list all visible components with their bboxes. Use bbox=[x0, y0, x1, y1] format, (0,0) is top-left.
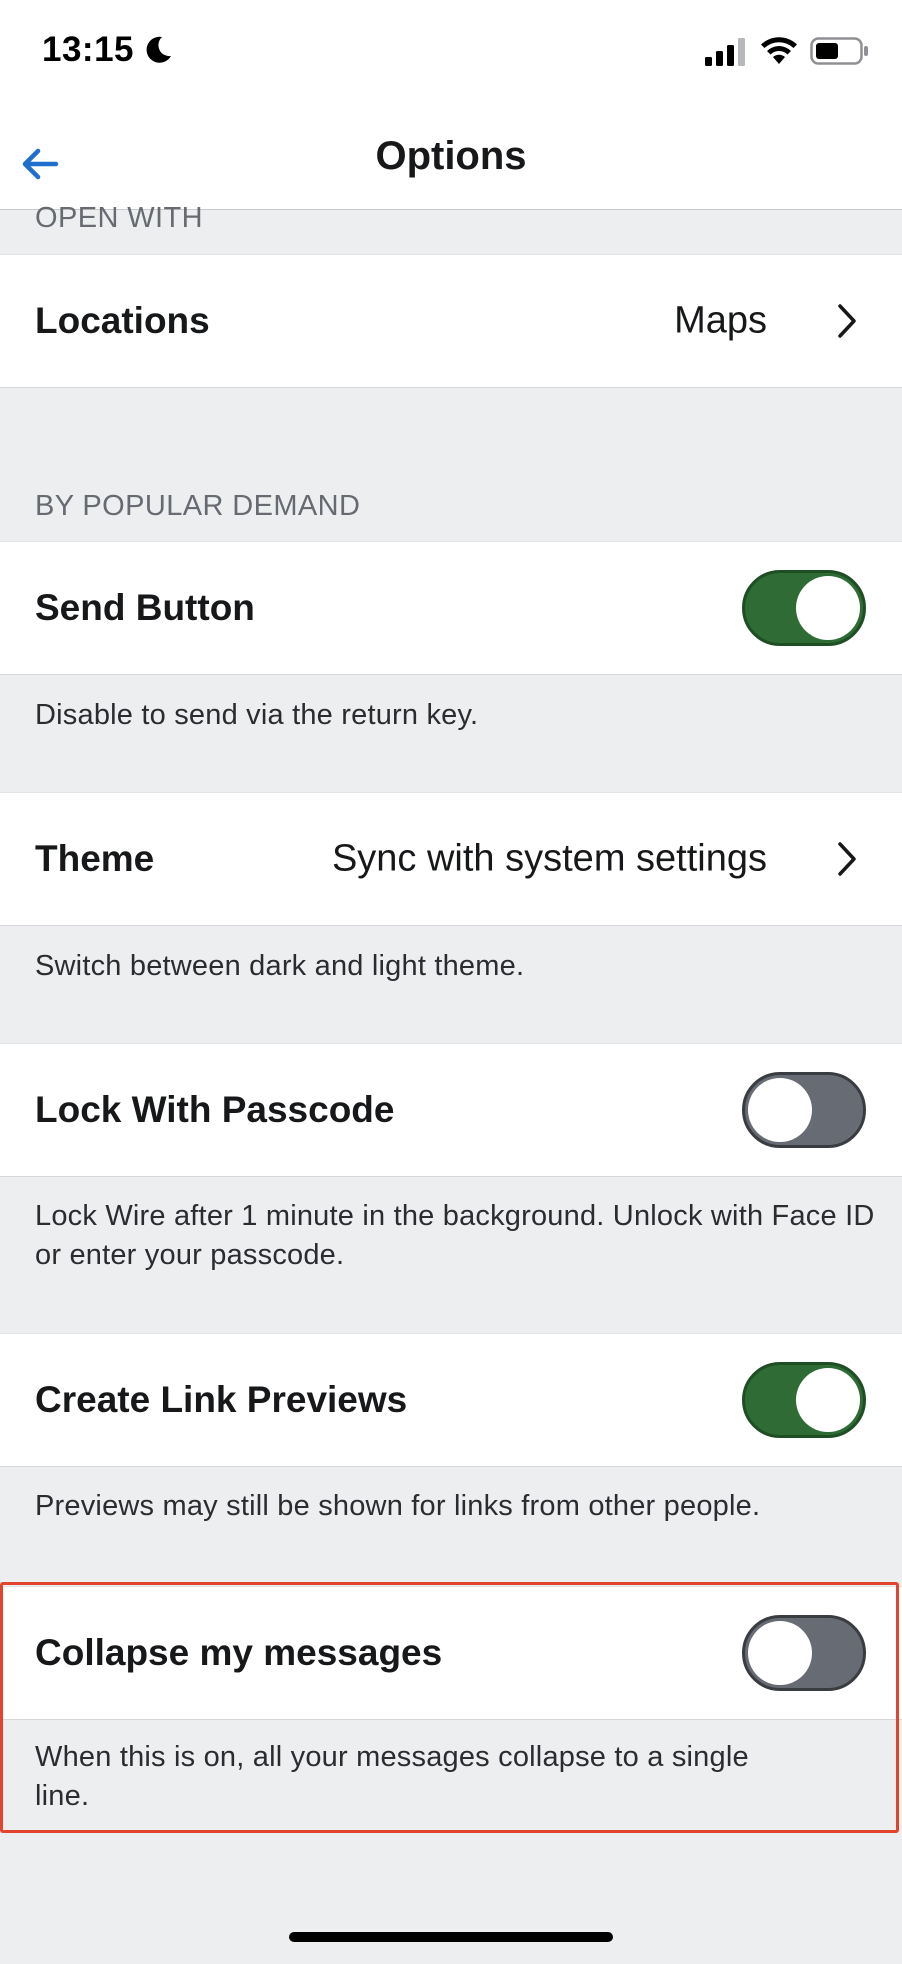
lock-passcode-footer: Lock Wire after 1 minute in the backgrou… bbox=[35, 1200, 875, 1271]
toggle-knob bbox=[748, 1621, 812, 1685]
toggle-knob bbox=[796, 1368, 860, 1432]
wifi-icon bbox=[761, 37, 797, 64]
row-label: Collapse my messages bbox=[35, 1632, 443, 1673]
section-header-popular-demand: BY POPULAR DEMAND bbox=[35, 490, 361, 522]
row-theme[interactable]: Theme Sync with system settings bbox=[0, 792, 902, 926]
home-indicator bbox=[289, 1932, 613, 1942]
signal-icon bbox=[705, 38, 745, 66]
row-send-button: Send Button bbox=[0, 541, 902, 675]
row-label: Send Button bbox=[35, 587, 255, 628]
collapse-messages-footer: When this is on, all your messages colla… bbox=[35, 1741, 749, 1812]
row-label: Lock With Passcode bbox=[35, 1089, 395, 1130]
link-previews-toggle[interactable] bbox=[742, 1362, 866, 1438]
collapse-messages-toggle[interactable] bbox=[742, 1615, 866, 1691]
row-label: Locations bbox=[35, 300, 210, 341]
section-header-open-with: OPEN WITH bbox=[35, 202, 203, 234]
row-link-previews: Create Link Previews bbox=[0, 1333, 902, 1467]
lock-passcode-toggle[interactable] bbox=[742, 1072, 866, 1148]
send-button-footer: Disable to send via the return key. bbox=[35, 699, 479, 731]
row-locations[interactable]: Locations Maps bbox=[0, 254, 902, 388]
row-collapse-messages: Collapse my messages bbox=[0, 1586, 902, 1720]
send-button-toggle[interactable] bbox=[742, 570, 866, 646]
link-previews-footer: Previews may still be shown for links fr… bbox=[35, 1490, 761, 1522]
row-value: Sync with system settings bbox=[331, 837, 767, 880]
row-lock-passcode: Lock With Passcode bbox=[0, 1043, 902, 1177]
row-label: Theme bbox=[35, 838, 155, 879]
moon-icon bbox=[146, 36, 171, 63]
theme-footer: Switch between dark and light theme. bbox=[35, 950, 525, 982]
chevron-right-icon bbox=[838, 304, 856, 338]
nav-bar: Options bbox=[0, 104, 902, 210]
row-label: Create Link Previews bbox=[35, 1379, 408, 1420]
status-time: 13:15 bbox=[42, 30, 135, 69]
toggle-knob bbox=[796, 576, 860, 640]
battery-icon bbox=[810, 37, 868, 65]
toggle-knob bbox=[748, 1078, 812, 1142]
status-bar: 13:15 bbox=[0, 0, 902, 104]
row-value: Maps bbox=[674, 299, 767, 342]
chevron-right-icon bbox=[838, 842, 856, 876]
page-title: Options bbox=[375, 134, 527, 178]
